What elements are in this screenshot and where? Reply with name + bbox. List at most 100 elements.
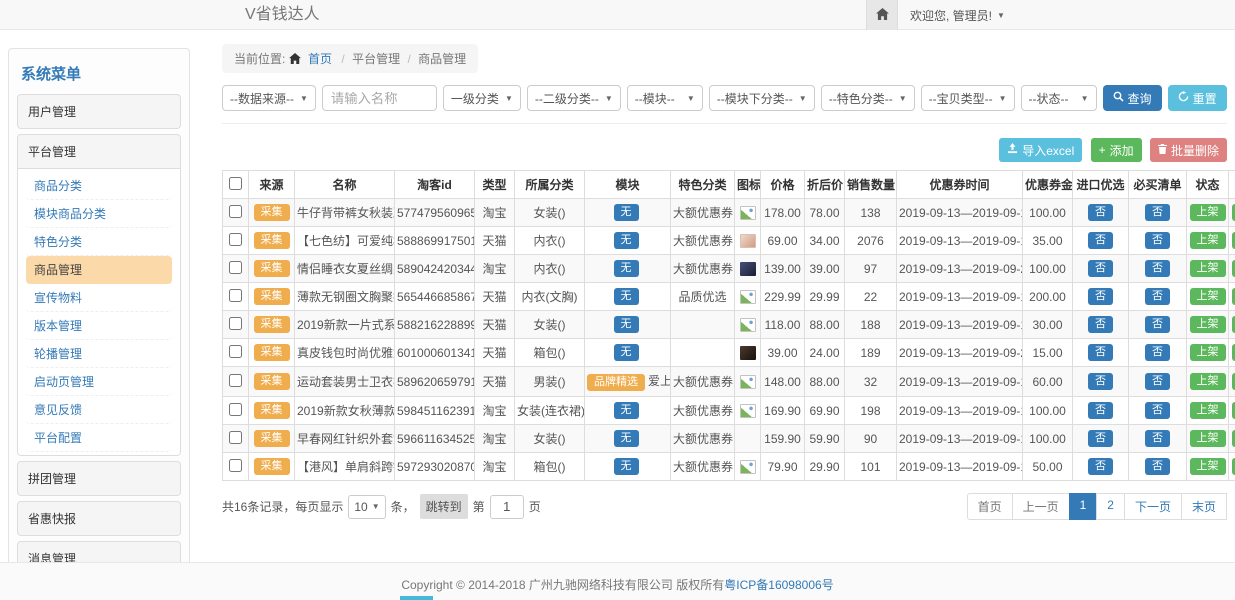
- column-header[interactable]: 淘客id: [395, 171, 475, 199]
- per-page-select[interactable]: 10 ▼: [348, 495, 385, 519]
- status-badge[interactable]: 上架: [1190, 204, 1226, 221]
- must-buy-badge[interactable]: 否: [1145, 288, 1170, 305]
- status-badge[interactable]: 上架: [1190, 430, 1226, 447]
- status-badge[interactable]: 上架: [1190, 402, 1226, 419]
- data-source-select[interactable]: --数据来源-- ▼: [222, 85, 316, 111]
- status-badge[interactable]: 上架: [1190, 232, 1226, 249]
- must-buy-badge[interactable]: 否: [1145, 402, 1170, 419]
- select-all-checkbox[interactable]: [229, 177, 242, 190]
- column-header[interactable]: 所属分类: [515, 171, 585, 199]
- import-select-badge[interactable]: 否: [1088, 232, 1113, 249]
- import-select-badge[interactable]: 否: [1088, 402, 1113, 419]
- sidebar-item-user-management[interactable]: 用户管理: [17, 94, 181, 129]
- name-search-input[interactable]: [322, 85, 437, 111]
- status-badge[interactable]: 上架: [1190, 373, 1226, 390]
- submenu-link[interactable]: 意见反馈: [26, 396, 172, 424]
- import-select-badge[interactable]: 否: [1088, 316, 1113, 333]
- must-buy-badge[interactable]: 否: [1145, 316, 1170, 333]
- column-header[interactable]: 来源: [249, 171, 295, 199]
- must-buy-badge[interactable]: 否: [1145, 373, 1170, 390]
- must-buy-badge[interactable]: 否: [1145, 430, 1170, 447]
- page-button[interactable]: 末页: [1181, 493, 1227, 520]
- page-number-input[interactable]: [490, 495, 524, 519]
- row-checkbox[interactable]: [229, 403, 242, 416]
- must-buy-badge[interactable]: 否: [1145, 232, 1170, 249]
- status-badge[interactable]: 上架: [1190, 344, 1226, 361]
- page-button[interactable]: 首页: [967, 493, 1013, 520]
- column-header[interactable]: 状态: [1187, 171, 1229, 199]
- import-select-badge[interactable]: 否: [1088, 430, 1113, 447]
- page-button[interactable]: 2: [1096, 493, 1125, 520]
- import-select-badge[interactable]: 否: [1088, 288, 1113, 305]
- submenu-link[interactable]: 宣传物料: [26, 284, 172, 312]
- search-button[interactable]: 查询: [1103, 85, 1162, 111]
- row-checkbox[interactable]: [229, 261, 242, 274]
- filter-select[interactable]: --模块下分类-- ▼: [709, 85, 815, 111]
- filter-select[interactable]: --特色分类-- ▼: [821, 85, 915, 111]
- sidebar-item-label[interactable]: 平台管理: [18, 135, 180, 168]
- column-header[interactable]: 必买清单: [1129, 171, 1187, 199]
- jump-button[interactable]: 跳转到: [420, 494, 468, 519]
- row-checkbox[interactable]: [229, 317, 242, 330]
- row-checkbox[interactable]: [229, 374, 242, 387]
- page-button[interactable]: 上一页: [1012, 493, 1070, 520]
- column-header[interactable]: 模块: [585, 171, 671, 199]
- sidebar-item[interactable]: 拼团管理: [17, 461, 181, 496]
- import-select-badge[interactable]: 否: [1088, 373, 1113, 390]
- page-button[interactable]: 下一页: [1124, 493, 1182, 520]
- submenu-link[interactable]: 特色分类: [26, 228, 172, 256]
- column-header[interactable]: 销售数量: [845, 171, 897, 199]
- column-header[interactable]: 进口优选: [1073, 171, 1129, 199]
- status-badge[interactable]: 上架: [1190, 288, 1226, 305]
- filter-select[interactable]: --状态-- ▼: [1021, 85, 1097, 111]
- user-menu[interactable]: 欢迎您, 管理员! ▼: [898, 0, 1017, 30]
- status-badge[interactable]: 上架: [1190, 260, 1226, 277]
- submenu-link[interactable]: 启动页管理: [26, 368, 172, 396]
- row-checkbox[interactable]: [229, 431, 242, 444]
- column-header[interactable]: 类型: [475, 171, 515, 199]
- submenu-link[interactable]: 平台配置: [26, 424, 172, 452]
- column-header[interactable]: 优惠券时间: [897, 171, 1023, 199]
- import-select-badge[interactable]: 否: [1088, 344, 1113, 361]
- add-button[interactable]: + 添加: [1091, 138, 1142, 162]
- must-buy-badge[interactable]: 否: [1145, 458, 1170, 475]
- column-header[interactable]: 特色分类: [671, 171, 735, 199]
- submenu-link[interactable]: 商品管理: [26, 256, 172, 284]
- submenu-link[interactable]: 模块商品分类: [26, 200, 172, 228]
- page-button[interactable]: 1: [1069, 493, 1098, 520]
- row-checkbox[interactable]: [229, 345, 242, 358]
- filter-select[interactable]: --二级分类-- ▼: [527, 85, 621, 111]
- filter-select[interactable]: --模块-- ▼: [627, 85, 703, 111]
- icp-link[interactable]: 粤ICP备16098006号: [724, 578, 833, 592]
- home-button[interactable]: [866, 0, 898, 30]
- sidebar-item-label[interactable]: 拼团管理: [18, 462, 180, 495]
- submenu-link[interactable]: 轮播管理: [26, 340, 172, 368]
- sidebar-item-label[interactable]: 用户管理: [18, 95, 180, 128]
- row-checkbox[interactable]: [229, 289, 242, 302]
- reset-button[interactable]: 重置: [1168, 85, 1227, 111]
- column-header[interactable]: 优惠券金额: [1023, 171, 1073, 199]
- status-badge[interactable]: 上架: [1190, 316, 1226, 333]
- row-checkbox[interactable]: [229, 459, 242, 472]
- row-checkbox[interactable]: [229, 205, 242, 218]
- import-select-badge[interactable]: 否: [1088, 260, 1113, 277]
- status-badge[interactable]: 上架: [1190, 458, 1226, 475]
- filter-select[interactable]: --宝贝类型-- ▼: [921, 85, 1015, 111]
- submenu-link[interactable]: 版本管理: [26, 312, 172, 340]
- import-excel-button[interactable]: 导入excel: [999, 138, 1082, 162]
- submenu-link[interactable]: 商品分类: [26, 172, 172, 200]
- column-header[interactable]: 图标: [735, 171, 761, 199]
- row-checkbox[interactable]: [229, 233, 242, 246]
- column-header[interactable]: 操作: [1229, 171, 1235, 199]
- must-buy-badge[interactable]: 否: [1145, 260, 1170, 277]
- sidebar-item[interactable]: 省惠快报: [17, 501, 181, 536]
- must-buy-badge[interactable]: 否: [1145, 344, 1170, 361]
- column-header[interactable]: 折后价: [805, 171, 845, 199]
- column-header[interactable]: 名称: [295, 171, 395, 199]
- filter-select[interactable]: 一级分类 ▼: [443, 85, 521, 111]
- breadcrumb-home-link[interactable]: 首页: [308, 52, 332, 66]
- sidebar-item-label[interactable]: 省惠快报: [18, 502, 180, 535]
- column-header[interactable]: 价格: [761, 171, 805, 199]
- batch-delete-button[interactable]: 批量删除: [1150, 138, 1227, 162]
- import-select-badge[interactable]: 否: [1088, 458, 1113, 475]
